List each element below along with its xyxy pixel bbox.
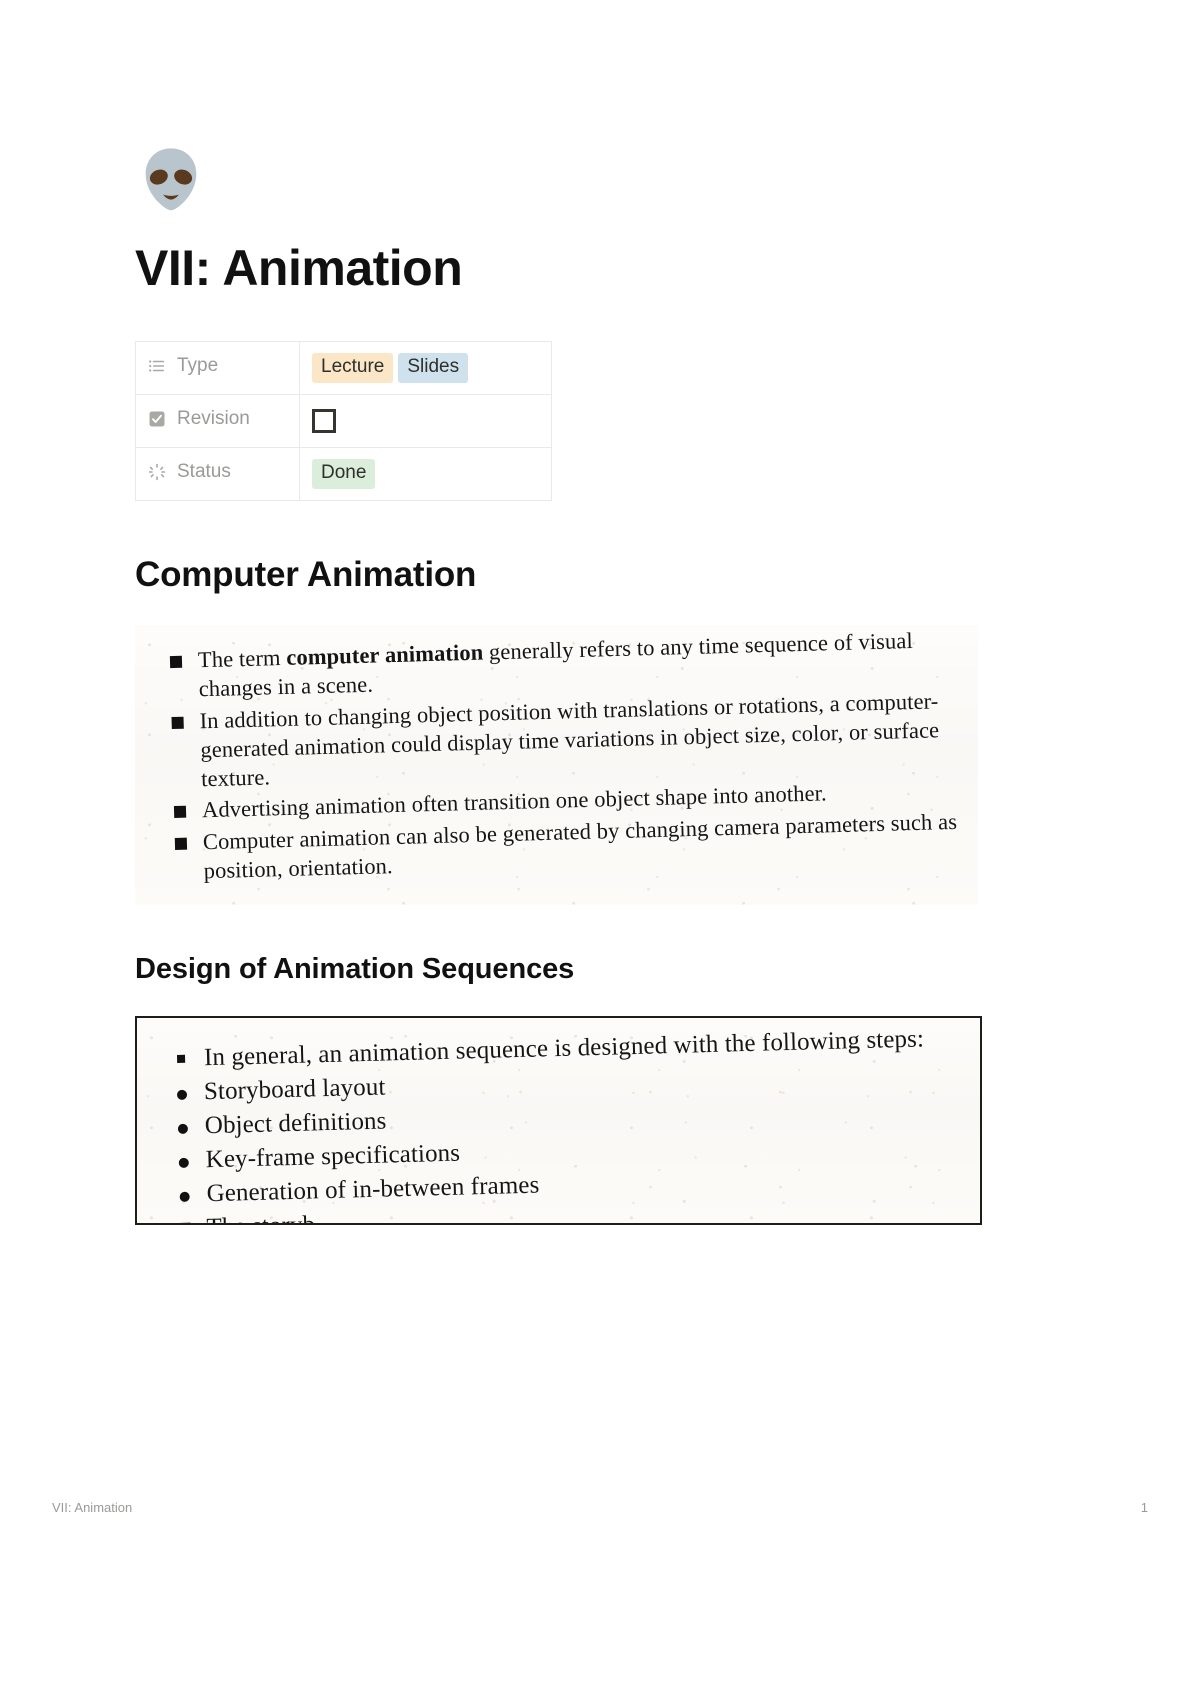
checkbox-icon	[148, 410, 168, 434]
scan-bullet-text: Object definitions	[204, 1107, 387, 1140]
page-footer: VII: Animation 1	[52, 1500, 1148, 1515]
scanned-slide-computer-animation[interactable]: The term computer animation generally re…	[135, 625, 978, 905]
list-icon	[148, 357, 168, 381]
scan-bullet-text: The storyb	[206, 1209, 315, 1223]
dot-bullet-icon	[178, 1157, 189, 1168]
tag-lecture[interactable]: Lecture	[312, 352, 394, 384]
property-key-status[interactable]: Status	[135, 447, 300, 501]
property-label-status: Status	[177, 461, 231, 483]
page-properties-table: Type Lecture Slides Revision Status Done	[135, 341, 552, 501]
square-bullet-icon	[169, 655, 183, 669]
property-value-type[interactable]: Lecture Slides	[299, 341, 552, 395]
square-bullet-icon	[174, 837, 188, 850]
scan-bullet-text: Storyboard layout	[203, 1073, 386, 1106]
property-label-type: Type	[177, 355, 219, 377]
dot-bullet-icon	[177, 1123, 189, 1134]
property-row-revision: Revision	[135, 394, 552, 448]
scanned-slide-design-of-animation-sequences[interactable]: In general, an animation sequence is des…	[135, 1016, 982, 1225]
square-bullet-icon	[176, 1054, 186, 1063]
document-page: VII: Animation Type Lecture Slides Revis…	[0, 0, 1200, 1697]
status-icon	[148, 463, 168, 487]
square-bullet-icon	[171, 716, 184, 729]
property-key-type[interactable]: Type	[135, 341, 300, 395]
heading-computer-animation[interactable]: Computer Animation	[135, 555, 980, 595]
dot-bullet-icon	[176, 1089, 188, 1100]
footer-page-number: 1	[1140, 1500, 1148, 1515]
scan-text-block: The term computer animation generally re…	[135, 625, 978, 887]
page-content: VII: Animation Type Lecture Slides Revis…	[135, 0, 982, 1225]
property-value-status[interactable]: Done	[299, 447, 552, 501]
alien-emoji-icon[interactable]	[135, 145, 213, 223]
square-bullet-icon	[173, 805, 187, 819]
property-key-revision[interactable]: Revision	[135, 394, 300, 448]
property-label-revision: Revision	[177, 408, 250, 430]
heading-design-of-animation-sequences[interactable]: Design of Animation Sequences	[135, 953, 980, 986]
footer-left-label: VII: Animation	[52, 1500, 133, 1515]
property-row-type: Type Lecture Slides	[135, 341, 552, 395]
scan-text-block: In general, an animation sequence is des…	[137, 1018, 980, 1223]
tag-done[interactable]: Done	[312, 458, 376, 490]
property-value-revision[interactable]	[299, 394, 552, 448]
square-bullet-icon	[178, 1222, 191, 1223]
dot-bullet-icon	[179, 1191, 190, 1202]
tag-slides[interactable]: Slides	[398, 352, 469, 384]
property-row-status: Status Done	[135, 447, 552, 501]
revision-checkbox[interactable]	[312, 409, 336, 433]
page-title[interactable]: VII: Animation	[135, 241, 980, 295]
scan-bullet-text: Key-frame specifications	[205, 1139, 461, 1174]
